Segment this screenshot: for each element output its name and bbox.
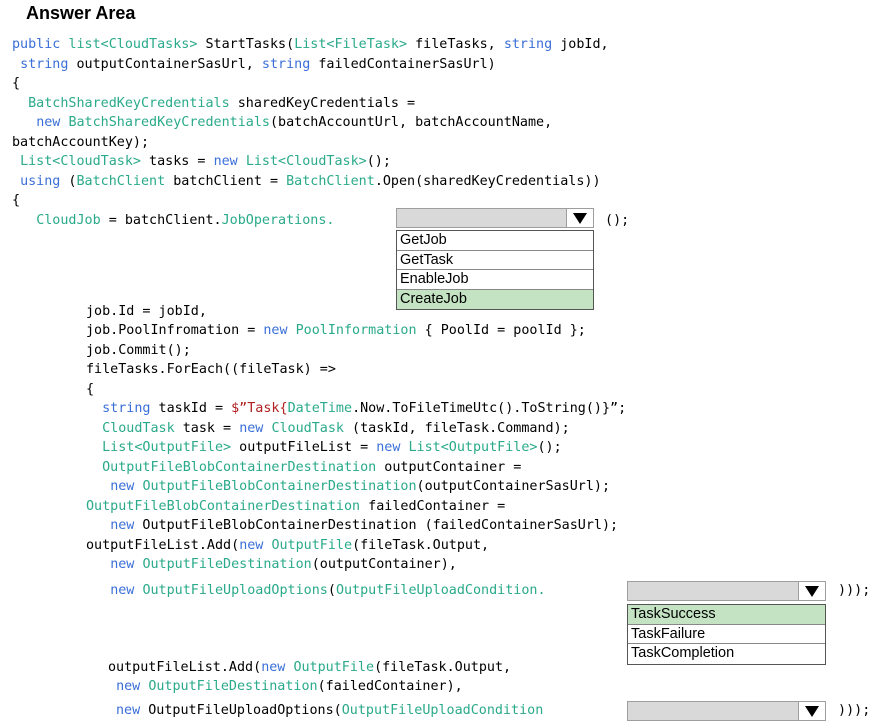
- code-line-28-tail: )));: [830, 703, 871, 718]
- code-line-3: {: [12, 76, 21, 91]
- code-line-22: new OutputFileBlobContainerDestination (…: [110, 518, 619, 533]
- code-line-24: new OutputFileDestination(outputContaine…: [110, 557, 457, 572]
- option-getjob[interactable]: GetJob: [397, 231, 593, 251]
- code-line-13: job.Commit();: [86, 343, 191, 358]
- triangle-down-icon[interactable]: [566, 209, 593, 227]
- code-line-10-tail: ();: [597, 213, 630, 228]
- code-line-6: batchAccountKey);: [12, 135, 150, 150]
- code-line-20: new OutputFileBlobContainerDestination(o…: [110, 479, 611, 494]
- option-gettask[interactable]: GetTask: [397, 251, 593, 270]
- code-line-25-tail: )));: [830, 583, 871, 598]
- code-line-21: OutputFileBlobContainerDestination faile…: [86, 499, 506, 514]
- failed-upload-condition-dropdown[interactable]: [627, 701, 826, 721]
- code-line-12: job.PoolInfromation = new PoolInformatio…: [86, 323, 586, 338]
- code-line-27: new OutputFileDestination(failedContaine…: [116, 679, 463, 694]
- code-line-14: fileTasks.ForEach((fileTask) =>: [86, 362, 336, 377]
- job-operations-option-list: GetJob GetTask EnableJob CreateJob: [396, 230, 594, 310]
- code-line-4: BatchSharedKeyCredentials sharedKeyCrede…: [28, 96, 416, 111]
- triangle-down-icon[interactable]: [798, 702, 825, 720]
- job-operations-dropdown[interactable]: [396, 208, 594, 228]
- code-line-1: public list<CloudTasks> StartTasks(List<…: [12, 37, 609, 52]
- option-tasksuccess[interactable]: TaskSuccess: [628, 605, 825, 625]
- code-line-26: outputFileList.Add(new OutputFile(fileTa…: [108, 660, 512, 675]
- code-line-28: new OutputFileUploadOptions(OutputFileUp…: [116, 703, 544, 718]
- upload-condition-option-list: TaskSuccess TaskFailure TaskCompletion: [627, 604, 826, 665]
- option-taskfailure[interactable]: TaskFailure: [628, 625, 825, 644]
- code-line-11: job.Id = jobId,: [86, 304, 207, 319]
- code-line-7: List<CloudTask> tasks = new List<CloudTa…: [20, 154, 391, 169]
- answer-area-title: Answer Area: [26, 3, 136, 23]
- code-line-17: CloudTask task = new CloudTask (taskId, …: [102, 421, 570, 436]
- upload-condition-dropdown[interactable]: [627, 581, 826, 601]
- code-line-2: string outputContainerSasUrl, string fai…: [20, 57, 496, 72]
- option-enablejob[interactable]: EnableJob: [397, 270, 593, 290]
- triangle-down-icon[interactable]: [798, 582, 825, 600]
- code-line-10: CloudJob = batchClient.JobOperations.: [36, 213, 335, 228]
- code-line-15: {: [86, 382, 95, 397]
- code-line-19: OutputFileBlobContainerDestination outpu…: [102, 460, 522, 475]
- code-line-23: outputFileList.Add(new OutputFile(fileTa…: [86, 538, 490, 553]
- code-line-9: {: [12, 193, 21, 208]
- code-line-8: using (BatchClient batchClient = BatchCl…: [20, 174, 601, 189]
- code-line-18: List<OutputFile> outputFileList = new Li…: [102, 440, 562, 455]
- code-line-16: string taskId = $”Task{DateTime.Now.ToFi…: [102, 401, 627, 416]
- code-line-25: new OutputFileUploadOptions(OutputFileUp…: [110, 583, 546, 598]
- code-line-5: new BatchSharedKeyCredentials(batchAccou…: [36, 115, 553, 130]
- option-createjob[interactable]: CreateJob: [397, 289, 593, 309]
- option-taskcompletion[interactable]: TaskCompletion: [628, 644, 825, 664]
